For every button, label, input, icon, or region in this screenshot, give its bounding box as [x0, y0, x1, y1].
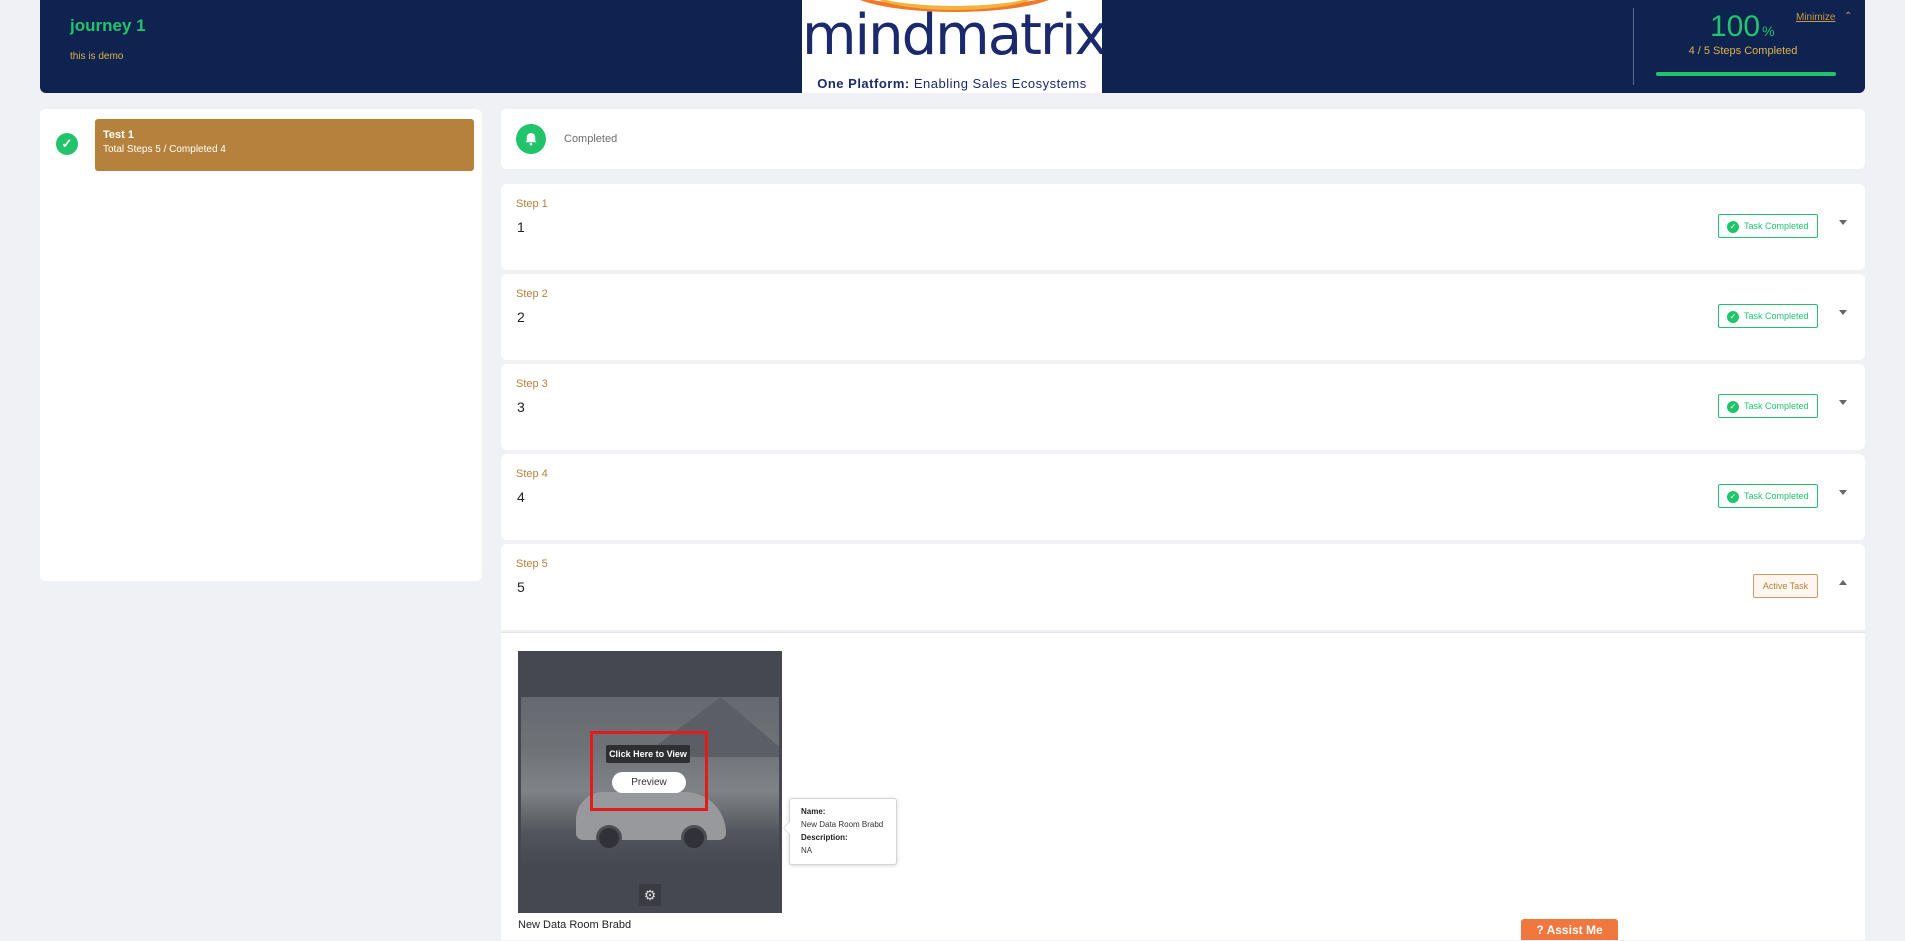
highlight-box [590, 731, 708, 811]
step-card-1[interactable]: Step 1 1 ✓ Task Completed [501, 184, 1865, 270]
progress-bar-fill [1656, 72, 1836, 76]
check-icon: ✓ [1727, 490, 1739, 503]
journey-header: journey 1 this is demo mindmatrix One Pl… [40, 0, 1865, 93]
chevron-down-icon[interactable] [1839, 490, 1847, 495]
journey-subtitle: this is demo [70, 51, 124, 62]
test-summary: Total Steps 5 / Completed 4 [103, 144, 226, 155]
step-label: Step 1 [516, 198, 548, 210]
completion-percent: 100% [1710, 10, 1775, 43]
bell-icon [516, 124, 546, 154]
header-divider [1633, 8, 1634, 85]
asset-name: New Data Room Brabd [518, 919, 632, 931]
chevron-down-icon[interactable] [1839, 220, 1847, 225]
test-card[interactable]: Test 1 Total Steps 5 / Completed 4 [95, 119, 474, 171]
step-number: 2 [517, 309, 525, 325]
progress-bar [1656, 72, 1836, 76]
gear-icon[interactable]: ⚙ [639, 884, 661, 906]
popover-arrow-inner [784, 822, 790, 834]
mindmatrix-logo: mindmatrix One Platform: Enabling Sales … [802, 0, 1102, 93]
check-icon: ✓ [1727, 310, 1739, 323]
click-to-view-tooltip: Click Here to View [606, 745, 690, 763]
question-icon: ? [1536, 923, 1544, 937]
steps-completed-text: 4 / 5 Steps Completed [1688, 45, 1798, 57]
task-completed-badge: ✓ Task Completed [1718, 394, 1818, 418]
test-name: Test 1 [103, 129, 134, 141]
info-description-label: Description: [801, 833, 848, 842]
step-label: Step 2 [516, 288, 548, 300]
step-label: Step 3 [516, 378, 548, 390]
chevron-down-icon[interactable] [1839, 400, 1847, 405]
task-completed-badge: ✓ Task Completed [1718, 304, 1818, 328]
task-completed-badge: ✓ Task Completed [1718, 484, 1818, 508]
asset-info-popover: Name: New Data Room Brabd Description: N… [783, 798, 897, 865]
minimize-link[interactable]: Minimize [1796, 12, 1835, 23]
status-label: Completed [564, 133, 618, 145]
step-number: 1 [517, 219, 525, 235]
chevron-down-icon[interactable] [1839, 310, 1847, 315]
info-description-value: NA [801, 846, 813, 855]
active-task-badge: Active Task [1753, 574, 1818, 598]
step-card-3[interactable]: Step 3 3 ✓ Task Completed [501, 364, 1865, 450]
info-name-value: New Data Room Brabd [801, 820, 884, 829]
check-icon: ✓ [1727, 400, 1739, 413]
assist-me-button[interactable]: ? Assist Me [1521, 919, 1618, 940]
step-card-4[interactable]: Step 4 4 ✓ Task Completed [501, 454, 1865, 540]
chevron-up-icon[interactable] [1839, 580, 1847, 585]
step-number: 4 [517, 489, 525, 505]
status-card: Completed [501, 109, 1865, 169]
step-card-5[interactable]: Step 5 5 Active Task [501, 544, 1865, 630]
chevron-up-icon[interactable]: ⌃ [1844, 11, 1852, 22]
preview-button[interactable]: Preview [612, 772, 686, 793]
info-name-label: Name: [801, 807, 826, 816]
logo-tagline: One Platform: Enabling Sales Ecosystems [817, 76, 1087, 91]
step-number: 5 [517, 579, 525, 595]
test-list-panel: ✓ Test 1 Total Steps 5 / Completed 4 [40, 109, 482, 581]
asset-card[interactable]: Click Here to View Preview ⚙ [518, 651, 782, 913]
logo-wordmark: mindmatrix [802, 3, 1102, 68]
step-5-content: Click Here to View Preview ⚙ New Data Ro… [501, 632, 1865, 940]
step-card-2[interactable]: Step 2 2 ✓ Task Completed [501, 274, 1865, 360]
check-icon: ✓ [56, 133, 78, 155]
step-number: 3 [517, 399, 525, 415]
task-completed-badge: ✓ Task Completed [1718, 214, 1818, 238]
step-label: Step 4 [516, 468, 548, 480]
journey-title: journey 1 [70, 16, 146, 35]
step-label: Step 5 [516, 558, 548, 570]
check-icon: ✓ [1727, 220, 1739, 233]
